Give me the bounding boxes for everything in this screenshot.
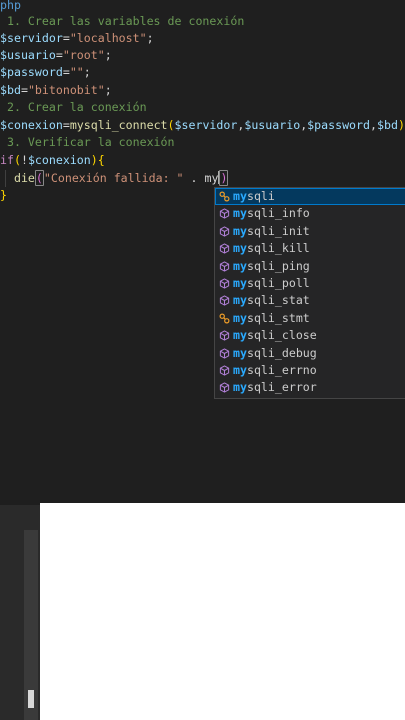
code-line-3: $servidor="localhost"; [0,31,154,45]
function-cube-icon [219,226,230,237]
class-icon [219,313,230,324]
suggestion-item[interactable]: mysqli [215,188,405,206]
arg-bd: $bd [376,118,398,132]
code-line-6: $bd="bitonobit"; [0,83,112,97]
code-line-2: 1. Crear las variables de conexión [0,13,244,30]
function-cube-icon [219,347,230,359]
str-bitonobit: "bitonobit" [27,83,105,97]
suggestion-label: mysqli_init [233,223,310,238]
suggestion-label: mysqli_ping [233,258,310,273]
str-root: "root" [62,48,105,62]
class-icon [219,191,230,202]
suggestion-item[interactable]: mysqli_ping [215,258,405,275]
function-cube-icon [219,295,230,307]
typed-text: my [204,171,219,185]
suggestion-item[interactable]: mysqli_debug [215,345,405,362]
suggestion-label: mysqli_stat [233,293,310,308]
code-line-10: if(!$conexion){ [0,153,105,167]
suggestion-label: mysqli_kill [233,241,310,256]
code-line-4: $usuario="root"; [0,48,112,62]
white-panel [40,503,405,720]
suggestion-item[interactable]: mysqli_close [215,327,405,344]
fn-die: die [13,171,35,185]
suggestion-label: mysqli_errno [233,363,317,377]
suggestion-item[interactable]: mysqli_info [215,205,405,222]
suggestion-item[interactable]: mysqli_init [215,223,405,240]
comment-verificar-conexion: 3. Verificar la conexión [0,135,175,149]
php-tag-fragment: php [0,0,21,12]
code-line-7: 2. Crear la conexión [0,99,147,116]
function-cube-icon [219,365,230,376]
function-cube-icon [219,243,230,254]
suggestion-label: mysqli_debug [233,345,317,360]
str-conexion-fallida: "Conexión fallida: " [43,171,184,185]
keyword-if: if [0,153,14,167]
suggestion-label: mysqli_close [233,328,317,343]
arg-password: $password [307,118,370,132]
var-password: $password [0,65,63,79]
function-cube-icon [219,278,230,289]
suggestion-item[interactable]: mysqli_error [215,379,405,396]
suggestion-label: mysqli_info [233,206,310,221]
code-editor[interactable]: php 1. Crear las variables de conexión $… [0,0,405,500]
var-bd: $bd [0,83,21,97]
suggestion-label: mysqli_stmt [233,310,310,325]
code-line-12: } [0,187,7,204]
function-cube-icon [219,260,230,272]
if-var-conexion: $conexion [27,153,91,167]
suggestion-label: mysqli_error [233,380,317,395]
function-cube-icon [219,208,230,220]
suggestion-label: mysqli_poll [233,276,310,290]
code-line-8: $conexion=mysqli_connect($servidor,$usua… [0,118,405,132]
suggestion-item[interactable]: mysqli_stat [215,292,405,309]
var-usuario: $usuario [0,48,56,62]
comment-crear-conexion: 2. Crear la conexión [0,100,147,114]
fn-mysqli-connect: mysqli_connect [69,118,168,132]
function-cube-icon [219,382,230,394]
suggestion-item[interactable]: mysqli_errno [215,362,405,379]
code-line-5: $password=""; [0,65,91,79]
autocomplete-suggestions[interactable]: mysqli mysqli_info mysqli_init mysqli_killm… [214,187,405,399]
var-servidor: $servidor [0,31,63,45]
lower-scroll-thumb[interactable] [28,690,34,708]
code-line-1: php [0,0,21,14]
str-localhost: "localhost" [69,31,147,45]
code-line-9: 3. Verificar la conexión [0,134,175,151]
arg-usuario: $usuario [244,118,301,132]
suggestion-item[interactable]: mysqli_stmt [215,310,405,327]
code-line-11[interactable]: die("Conexión fallida: " . my) [0,170,229,187]
arg-servidor: $servidor [174,118,238,132]
suggestion-item[interactable]: mysqli_poll [215,275,405,292]
closing-brace: } [0,188,7,202]
suggestion-item[interactable]: mysqli_kill [215,240,405,257]
comment-crear-variables: 1. Crear las variables de conexión [0,14,245,28]
str-empty: "" [69,65,84,79]
function-cube-icon [219,330,230,341]
var-conexion: $conexion [0,118,63,132]
suggestion-label: mysqli [233,189,275,203]
